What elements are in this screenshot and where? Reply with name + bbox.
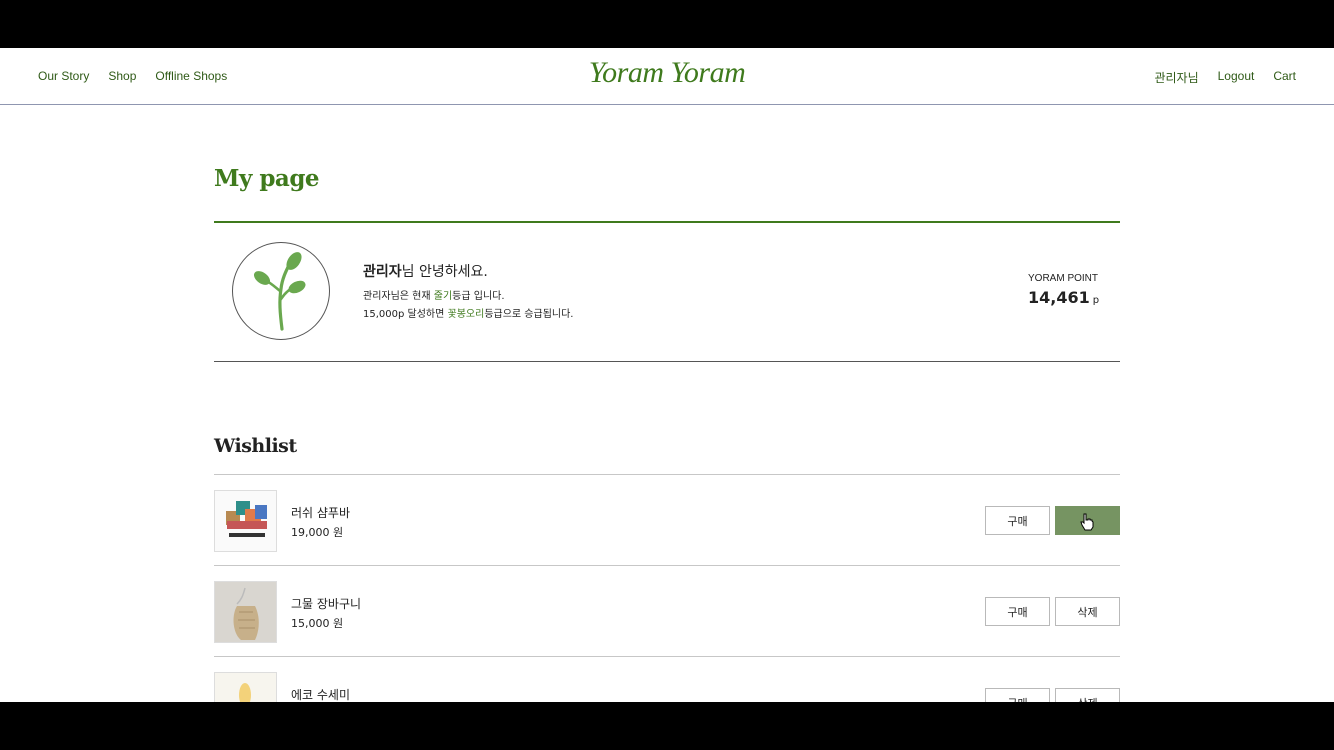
brand-logo[interactable]: Yoram Yoram (0, 56, 1334, 90)
product-name[interactable]: 에코 수세미 (291, 686, 350, 702)
delete-button[interactable]: 삭제 (1055, 597, 1120, 626)
delete-button[interactable]: 삭제 (1055, 506, 1120, 535)
wishlist: 러쉬 샴푸바 19,000 원 구매 삭제 그물 장바구니 15,000 원 구… (214, 475, 1120, 702)
product-price: 19,000 원 (291, 526, 344, 539)
point-unit: p (1092, 295, 1100, 306)
page-title: My page (214, 165, 320, 192)
point-label: YORAM POINT (1028, 273, 1099, 284)
product-image[interactable] (214, 490, 277, 552)
wishlist-item: 러쉬 샴푸바 19,000 원 구매 삭제 (214, 475, 1120, 566)
point-summary: YORAM POINT 14,461 p (1028, 273, 1102, 307)
browser-viewport: Our Story Shop Offline Shops Yoram Yoram… (0, 48, 1334, 702)
delete-button[interactable]: 삭제 (1055, 688, 1120, 702)
greeting: 관리자님 안녕하세요. (363, 261, 488, 281)
wishlist-title: Wishlist (214, 435, 297, 457)
site-header: Our Story Shop Offline Shops Yoram Yoram… (0, 48, 1334, 105)
product-price: 15,000 원 (291, 617, 344, 630)
buy-button[interactable]: 구매 (985, 597, 1050, 626)
nav-logout[interactable]: Logout (1218, 69, 1255, 86)
wishlist-item: 에코 수세미 구매 삭제 (214, 657, 1120, 702)
current-grade-name: 줄기 (433, 291, 453, 302)
next-suffix: 등급으로 승급됩니다. (484, 309, 574, 320)
product-image[interactable] (214, 672, 277, 702)
wishlist-item: 그물 장바구니 15,000 원 구매 삭제 (214, 566, 1120, 657)
sprout-icon (232, 242, 330, 340)
current-grade-line: 관리자님은 현재 줄기등급 입니다. (363, 287, 505, 302)
product-name[interactable]: 러쉬 샴푸바 (291, 504, 350, 521)
next-grade-name: 꽃봉오리 (447, 309, 485, 320)
product-image[interactable] (214, 581, 277, 643)
buy-button[interactable]: 구매 (985, 688, 1050, 702)
greeting-name: 관리자 (363, 264, 402, 280)
nav-cart[interactable]: Cart (1273, 69, 1296, 86)
user-nav: 관리자님 Logout Cart (1154, 69, 1296, 86)
grade-suffix: 등급 입니다. (452, 291, 505, 302)
product-name[interactable]: 그물 장바구니 (291, 595, 361, 612)
profile-summary: 관리자님 안녕하세요. 관리자님은 현재 줄기등급 입니다. 15,000p 달… (214, 223, 1120, 362)
next-grade-line: 15,000p 달성하면 꽃봉오리등급으로 승급됩니다. (363, 305, 573, 320)
greeting-text: 님 안녕하세요. (401, 264, 488, 280)
buy-button[interactable]: 구매 (985, 506, 1050, 535)
next-prefix: 15,000p 달성하면 (363, 309, 448, 320)
grade-prefix: 관리자님은 현재 (363, 291, 434, 302)
nav-user-name[interactable]: 관리자님 (1154, 69, 1198, 86)
point-value: 14,461 p (1028, 288, 1102, 307)
point-amount: 14,461 (1028, 288, 1090, 307)
